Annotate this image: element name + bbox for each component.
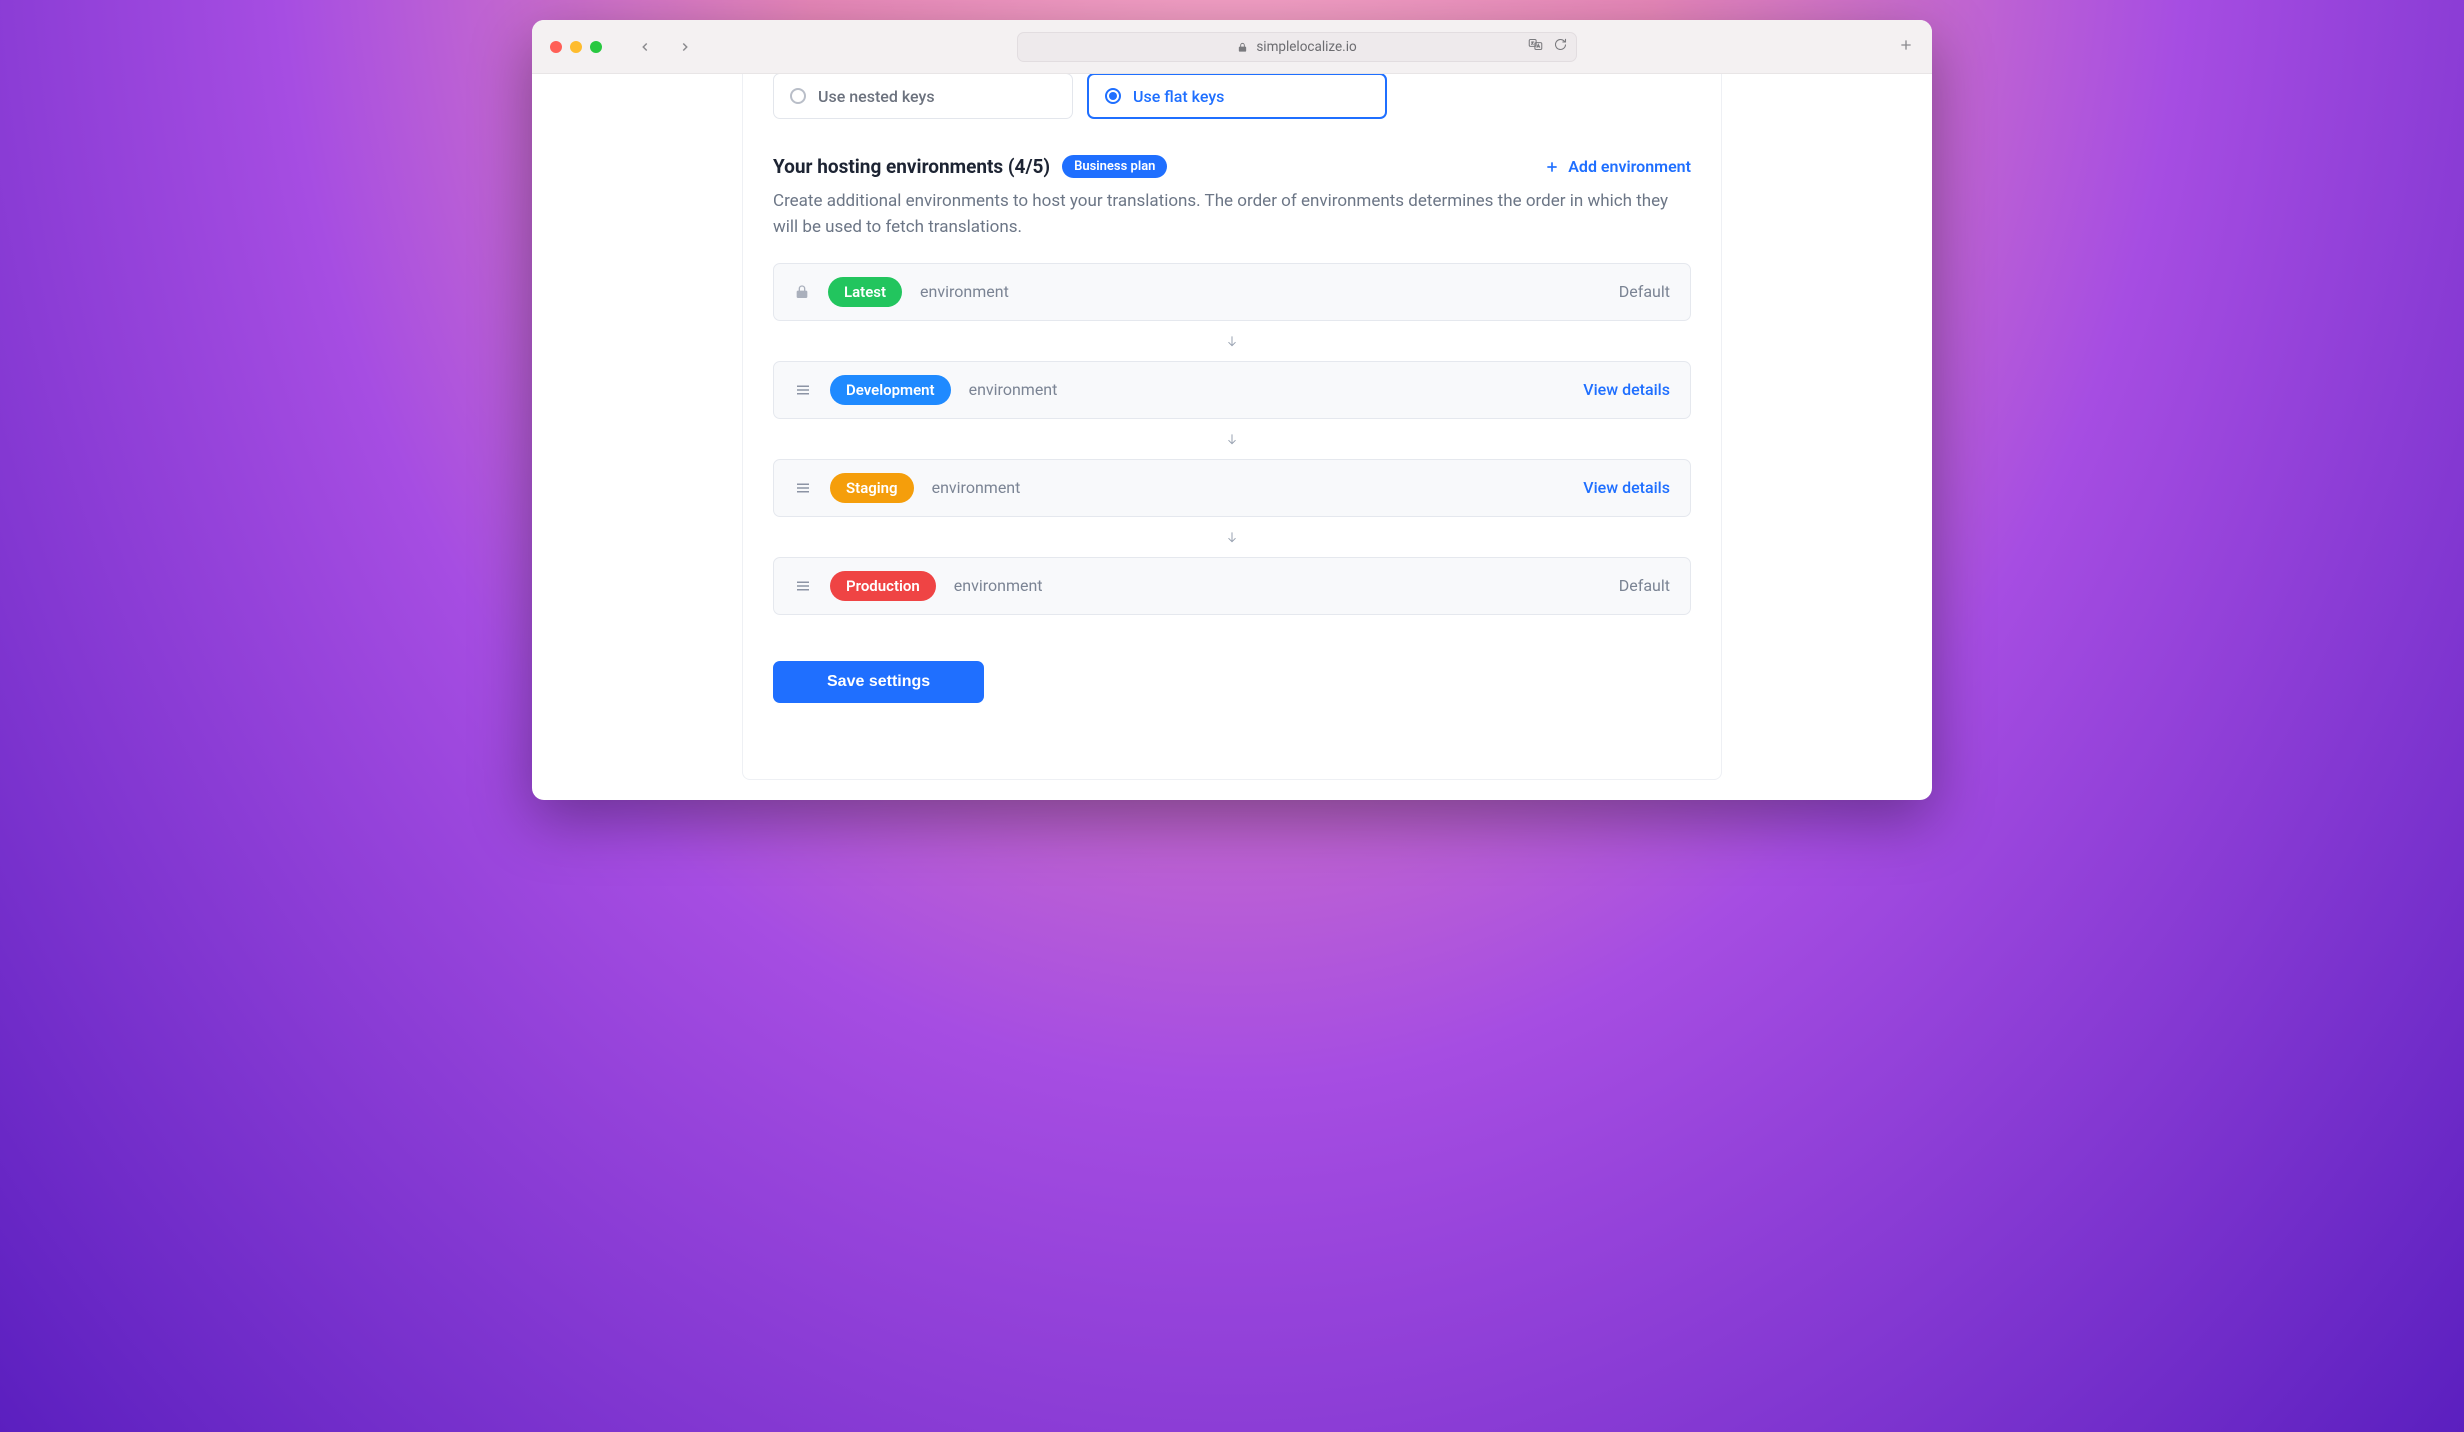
close-window-button[interactable] [550,41,562,53]
environment-row: Latest environment Default [773,263,1691,321]
drag-handle-icon[interactable] [794,577,812,595]
drag-handle-icon[interactable] [794,479,812,497]
environment-name-pill: Latest [828,277,902,307]
maximize-window-button[interactable] [590,41,602,53]
environment-name-pill: Staging [830,473,914,503]
section-description: Create additional environments to host y… [773,188,1691,241]
environments-header: Your hosting environments (4/5) Business… [773,155,1691,178]
lock-icon [794,284,810,300]
option-flat-keys[interactable]: Use flat keys [1087,74,1387,119]
environment-label: environment [932,478,1021,497]
back-button[interactable] [634,36,656,58]
save-settings-button[interactable]: Save settings [773,661,984,703]
environment-row[interactable]: Development environment View details [773,361,1691,419]
page-content: Use nested keys Use flat keys Your hosti… [532,74,1932,800]
titlebar: simplelocalize.io [532,20,1932,74]
view-details-link[interactable]: View details [1583,478,1670,497]
lock-icon [1237,41,1248,52]
environment-label: environment [920,282,1009,301]
option-label: Use flat keys [1133,87,1224,106]
translate-icon[interactable] [1528,37,1543,56]
minimize-window-button[interactable] [570,41,582,53]
environment-row[interactable]: Production environment Default [773,557,1691,615]
environment-name-pill: Production [830,571,936,601]
forward-button[interactable] [674,36,696,58]
environment-row[interactable]: Staging environment View details [773,459,1691,517]
nav-controls [634,36,696,58]
add-environment-label: Add environment [1568,157,1691,176]
reload-icon[interactable] [1553,37,1568,56]
flow-arrow-icon [773,419,1691,459]
drag-handle-icon[interactable] [794,381,812,399]
radio-icon [790,88,806,104]
add-environment-button[interactable]: Add environment [1544,157,1691,176]
option-label: Use nested keys [818,87,935,106]
environment-label: environment [954,576,1043,595]
environment-name-pill: Development [830,375,951,405]
flow-arrow-icon [773,321,1691,361]
new-tab-button[interactable] [1898,37,1914,57]
settings-panel: Use nested keys Use flat keys Your hosti… [742,74,1722,780]
environment-status: Default [1619,576,1670,595]
key-format-options: Use nested keys Use flat keys [773,74,1691,119]
environment-status: Default [1619,282,1670,301]
plan-badge: Business plan [1062,155,1167,178]
window-controls [550,41,602,53]
option-nested-keys[interactable]: Use nested keys [773,74,1073,119]
environment-list: Latest environment Default Development e… [773,263,1691,615]
view-details-link[interactable]: View details [1583,380,1670,399]
browser-window: simplelocalize.io Use nested keys [532,20,1932,800]
address-bar[interactable]: simplelocalize.io [1017,32,1577,62]
environment-label: environment [969,380,1058,399]
address-actions [1528,37,1568,56]
flow-arrow-icon [773,517,1691,557]
radio-icon [1105,88,1121,104]
address-url: simplelocalize.io [1256,39,1356,55]
section-title: Your hosting environments (4/5) [773,155,1050,178]
